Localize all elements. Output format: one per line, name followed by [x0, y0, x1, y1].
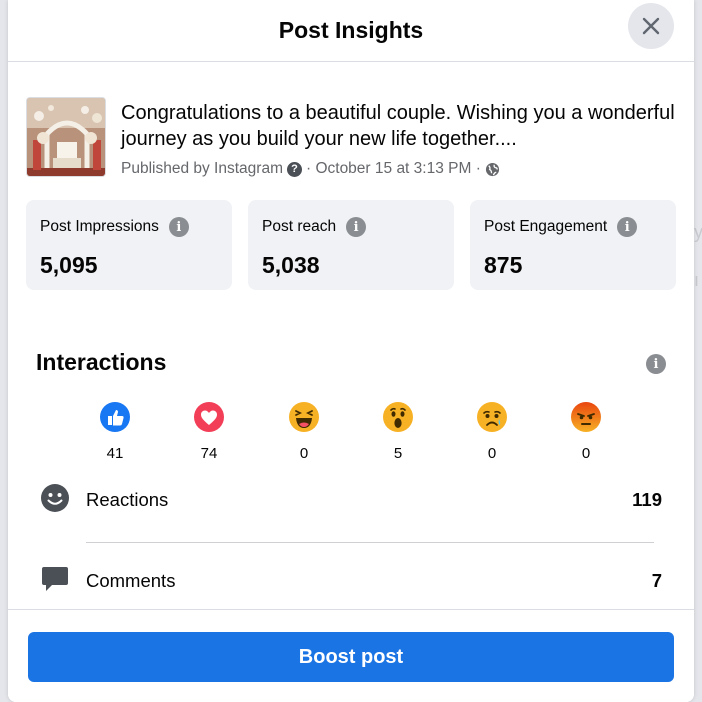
post-thumbnail[interactable]	[26, 97, 106, 177]
reaction-wow[interactable]: 5	[373, 401, 423, 462]
background-fragment: y	[694, 222, 702, 242]
metric-label: Reactions	[86, 489, 169, 510]
stat-value: 5,038	[262, 252, 320, 278]
stat-label-row: Post reach i	[262, 217, 367, 237]
info-icon[interactable]: i	[168, 217, 189, 237]
post-meta: Published by Instagram ? · October 15 at…	[121, 160, 500, 178]
question-icon[interactable]: ?	[286, 161, 302, 177]
info-icon[interactable]: i	[346, 217, 367, 237]
reaction-love[interactable]: 74	[184, 401, 234, 462]
metric-value: 119	[632, 489, 662, 510]
post-reach-card: Post reach i 5,038	[248, 200, 454, 290]
post-engagement-card: Post Engagement i 875	[470, 200, 676, 290]
love-icon	[194, 402, 224, 432]
close-button[interactable]	[628, 3, 674, 49]
smiley-icon	[41, 484, 69, 512]
post-insights-dialog: Post Insights Congratulations to a beaut…	[8, 0, 694, 702]
published-by-label: Published by Instagram	[121, 160, 283, 177]
wow-icon	[383, 402, 413, 432]
stat-label: Post reach	[262, 218, 337, 235]
stat-label: Post Engagement	[484, 218, 608, 235]
reaction-haha[interactable]: 0	[279, 401, 329, 462]
stat-label-row: Post Impressions i	[40, 217, 189, 237]
reaction-count: 5	[393, 445, 403, 462]
like-icon	[100, 402, 130, 432]
interactions-heading: Interactions	[36, 349, 167, 375]
comments-row[interactable]: Comments 7	[40, 560, 662, 600]
dialog-body[interactable]: Congratulations to a beautiful couple. W…	[8, 63, 694, 609]
stat-label: Post Impressions	[40, 218, 159, 235]
haha-icon	[289, 402, 319, 432]
reaction-count: 0	[299, 445, 309, 462]
post-date: · October 15 at 3:13 PM ·	[305, 160, 481, 177]
angry-icon	[571, 402, 601, 432]
reaction-like[interactable]: 41	[90, 401, 140, 462]
post-caption: Congratulations to a beautiful couple. W…	[121, 102, 675, 150]
stat-value: 875	[484, 252, 523, 278]
post-impressions-card: Post Impressions i 5,095	[26, 200, 232, 290]
reaction-count: 0	[581, 445, 591, 462]
close-icon	[642, 17, 660, 35]
boost-post-button[interactable]: Boost post	[28, 632, 674, 682]
info-icon[interactable]: i	[617, 217, 638, 237]
metric-value: 7	[651, 570, 662, 591]
reaction-count: 41	[106, 445, 124, 462]
wedding-photo-image	[27, 98, 105, 176]
stat-label-row: Post Engagement i	[484, 217, 638, 237]
reaction-angry[interactable]: 0	[561, 401, 611, 462]
dialog-footer: Boost post	[8, 609, 694, 702]
sad-icon	[477, 402, 507, 432]
stat-value: 5,095	[40, 252, 98, 278]
dialog-header: Post Insights	[8, 0, 694, 62]
background-fragment: ı	[694, 270, 700, 290]
metric-label: Comments	[86, 570, 176, 591]
divider	[86, 542, 654, 543]
post-summary[interactable]: Congratulations to a beautiful couple. W…	[26, 97, 676, 187]
reactions-row[interactable]: Reactions 119	[40, 479, 662, 519]
reaction-sad[interactable]: 0	[467, 401, 517, 462]
reaction-count: 0	[487, 445, 497, 462]
globe-icon	[485, 162, 499, 176]
info-icon[interactable]: i	[646, 354, 666, 374]
comment-icon	[42, 567, 68, 591]
dialog-title: Post Insights	[278, 17, 424, 43]
reaction-count: 74	[200, 445, 218, 462]
